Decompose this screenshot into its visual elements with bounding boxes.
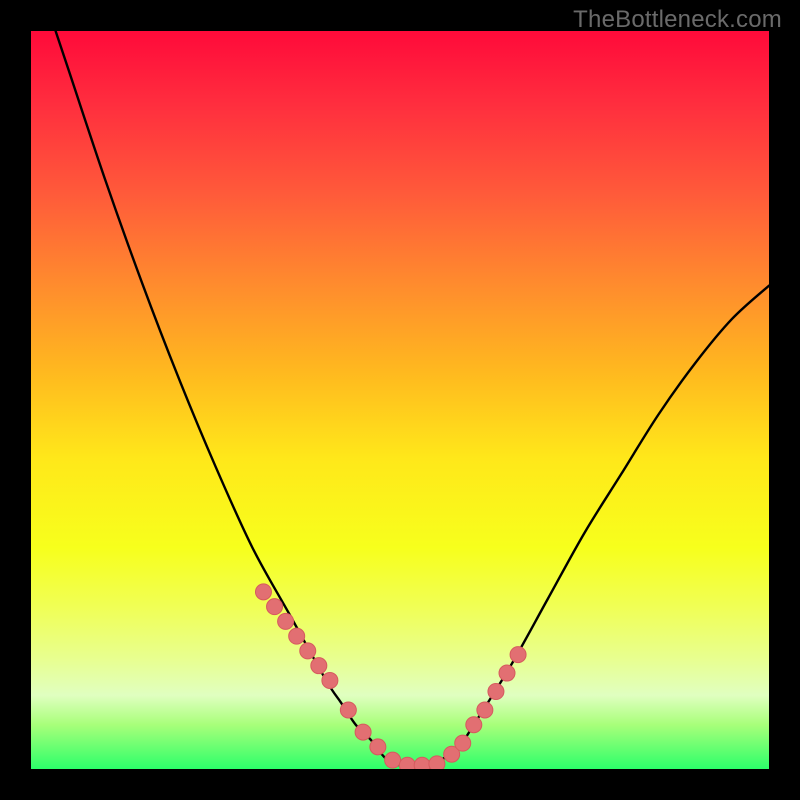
plot-area [31, 31, 769, 769]
marker-dot [340, 702, 356, 718]
marker-dot [385, 752, 401, 768]
chart-svg [31, 31, 769, 769]
marker-dot [477, 702, 493, 718]
marker-dot [510, 647, 526, 663]
marker-dot [488, 684, 504, 700]
marker-dot [466, 717, 482, 733]
marker-dot [311, 658, 327, 674]
marker-dot [355, 724, 371, 740]
watermark-text: TheBottleneck.com [573, 6, 782, 34]
marker-dot [455, 735, 471, 751]
highlighted-points [255, 584, 526, 769]
marker-dot [429, 756, 445, 769]
marker-dot [370, 739, 386, 755]
bottleneck-curve [31, 31, 769, 766]
marker-dot [399, 757, 415, 769]
marker-dot [267, 599, 283, 615]
marker-dot [414, 757, 430, 769]
marker-dot [300, 643, 316, 659]
marker-dot [322, 672, 338, 688]
chart-frame: TheBottleneck.com [0, 0, 800, 800]
marker-dot [289, 628, 305, 644]
marker-dot [278, 613, 294, 629]
marker-dot [255, 584, 271, 600]
marker-dot [499, 665, 515, 681]
